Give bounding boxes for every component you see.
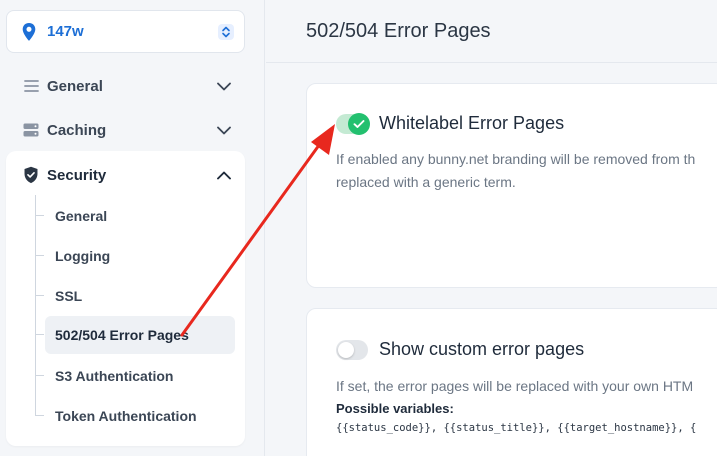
sidebar-subitem-label: Logging xyxy=(55,248,111,264)
sidebar-subitem-error-pages[interactable]: 502/504 Error Pages xyxy=(35,316,235,354)
list-icon xyxy=(22,78,40,94)
whitelabel-toggle-row: Whitelabel Error Pages xyxy=(336,112,565,135)
whitelabel-toggle[interactable] xyxy=(336,112,370,135)
custom-error-pages-card: Show custom error pages If set, the erro… xyxy=(306,308,717,456)
sidebar-subitem-label: 502/504 Error Pages xyxy=(55,327,189,343)
tree-tick xyxy=(35,334,44,335)
tree-tick xyxy=(35,375,44,376)
custom-pages-toggle-row: Show custom error pages xyxy=(336,339,584,360)
sidebar-subitem-label: General xyxy=(55,208,108,224)
sidebar-item-label: Security xyxy=(47,166,107,184)
chevron-up-down-icon xyxy=(218,23,234,40)
page-title: 502/504 Error Pages xyxy=(306,20,491,42)
sidebar-subitem-label: S3 Authentication xyxy=(55,368,174,384)
toggle-knob xyxy=(338,341,354,358)
chevron-down-icon xyxy=(217,126,231,134)
sidebar-subitem-general[interactable]: General xyxy=(35,197,235,235)
chevron-down-icon xyxy=(217,82,231,90)
sidebar-subitem-logging[interactable]: Logging xyxy=(35,237,235,275)
location-pin-icon xyxy=(22,22,36,40)
shield-icon xyxy=(24,166,38,184)
variables-list: {{status_code}}, {{status_title}}, {{tar… xyxy=(336,422,697,434)
whitelabel-description-line1: If enabled any bunny.net branding will b… xyxy=(336,151,696,167)
sidebar-item-caching[interactable]: Caching xyxy=(6,112,245,148)
custom-pages-toggle[interactable] xyxy=(336,339,368,360)
main-content: 502/504 Error Pages Whitelabel Error Pag… xyxy=(266,0,717,456)
server-icon xyxy=(22,122,40,138)
zone-selector[interactable]: 147w xyxy=(6,10,245,53)
sidebar-item-security[interactable]: Security xyxy=(6,157,245,193)
tree-connector xyxy=(35,195,36,415)
check-icon xyxy=(353,119,365,128)
sidebar-subitem-ssl[interactable]: SSL xyxy=(35,277,235,315)
header-divider xyxy=(266,62,717,63)
whitelabel-card: Whitelabel Error Pages If enabled any bu… xyxy=(306,83,717,288)
chevron-up-icon xyxy=(217,171,231,179)
sidebar: 147w General Caching Security General Lo… xyxy=(0,0,265,456)
toggle-knob xyxy=(348,112,370,135)
sidebar-item-label: General xyxy=(47,77,103,95)
custom-pages-title: Show custom error pages xyxy=(379,339,585,359)
tree-tick xyxy=(35,215,44,216)
zone-name: 147w xyxy=(47,23,84,40)
whitelabel-description-line2: replaced with a generic term. xyxy=(336,174,516,190)
security-section: Security General Logging SSL 502/504 Err… xyxy=(6,151,245,446)
sidebar-subitem-s3-authentication[interactable]: S3 Authentication xyxy=(35,357,235,395)
variables-label: Possible variables: xyxy=(336,401,454,416)
tree-tick xyxy=(35,255,44,256)
custom-pages-description: If set, the error pages will be replaced… xyxy=(336,378,694,394)
sidebar-subitem-label: Token Authentication xyxy=(55,408,197,424)
sidebar-subitem-label: SSL xyxy=(55,288,83,304)
tree-tick xyxy=(35,415,44,416)
tree-tick xyxy=(35,295,44,296)
sidebar-item-label: Caching xyxy=(47,121,107,139)
whitelabel-title: Whitelabel Error Pages xyxy=(379,113,565,133)
sidebar-subitem-token-authentication[interactable]: Token Authentication xyxy=(35,397,235,435)
sidebar-item-general[interactable]: General xyxy=(6,68,245,104)
